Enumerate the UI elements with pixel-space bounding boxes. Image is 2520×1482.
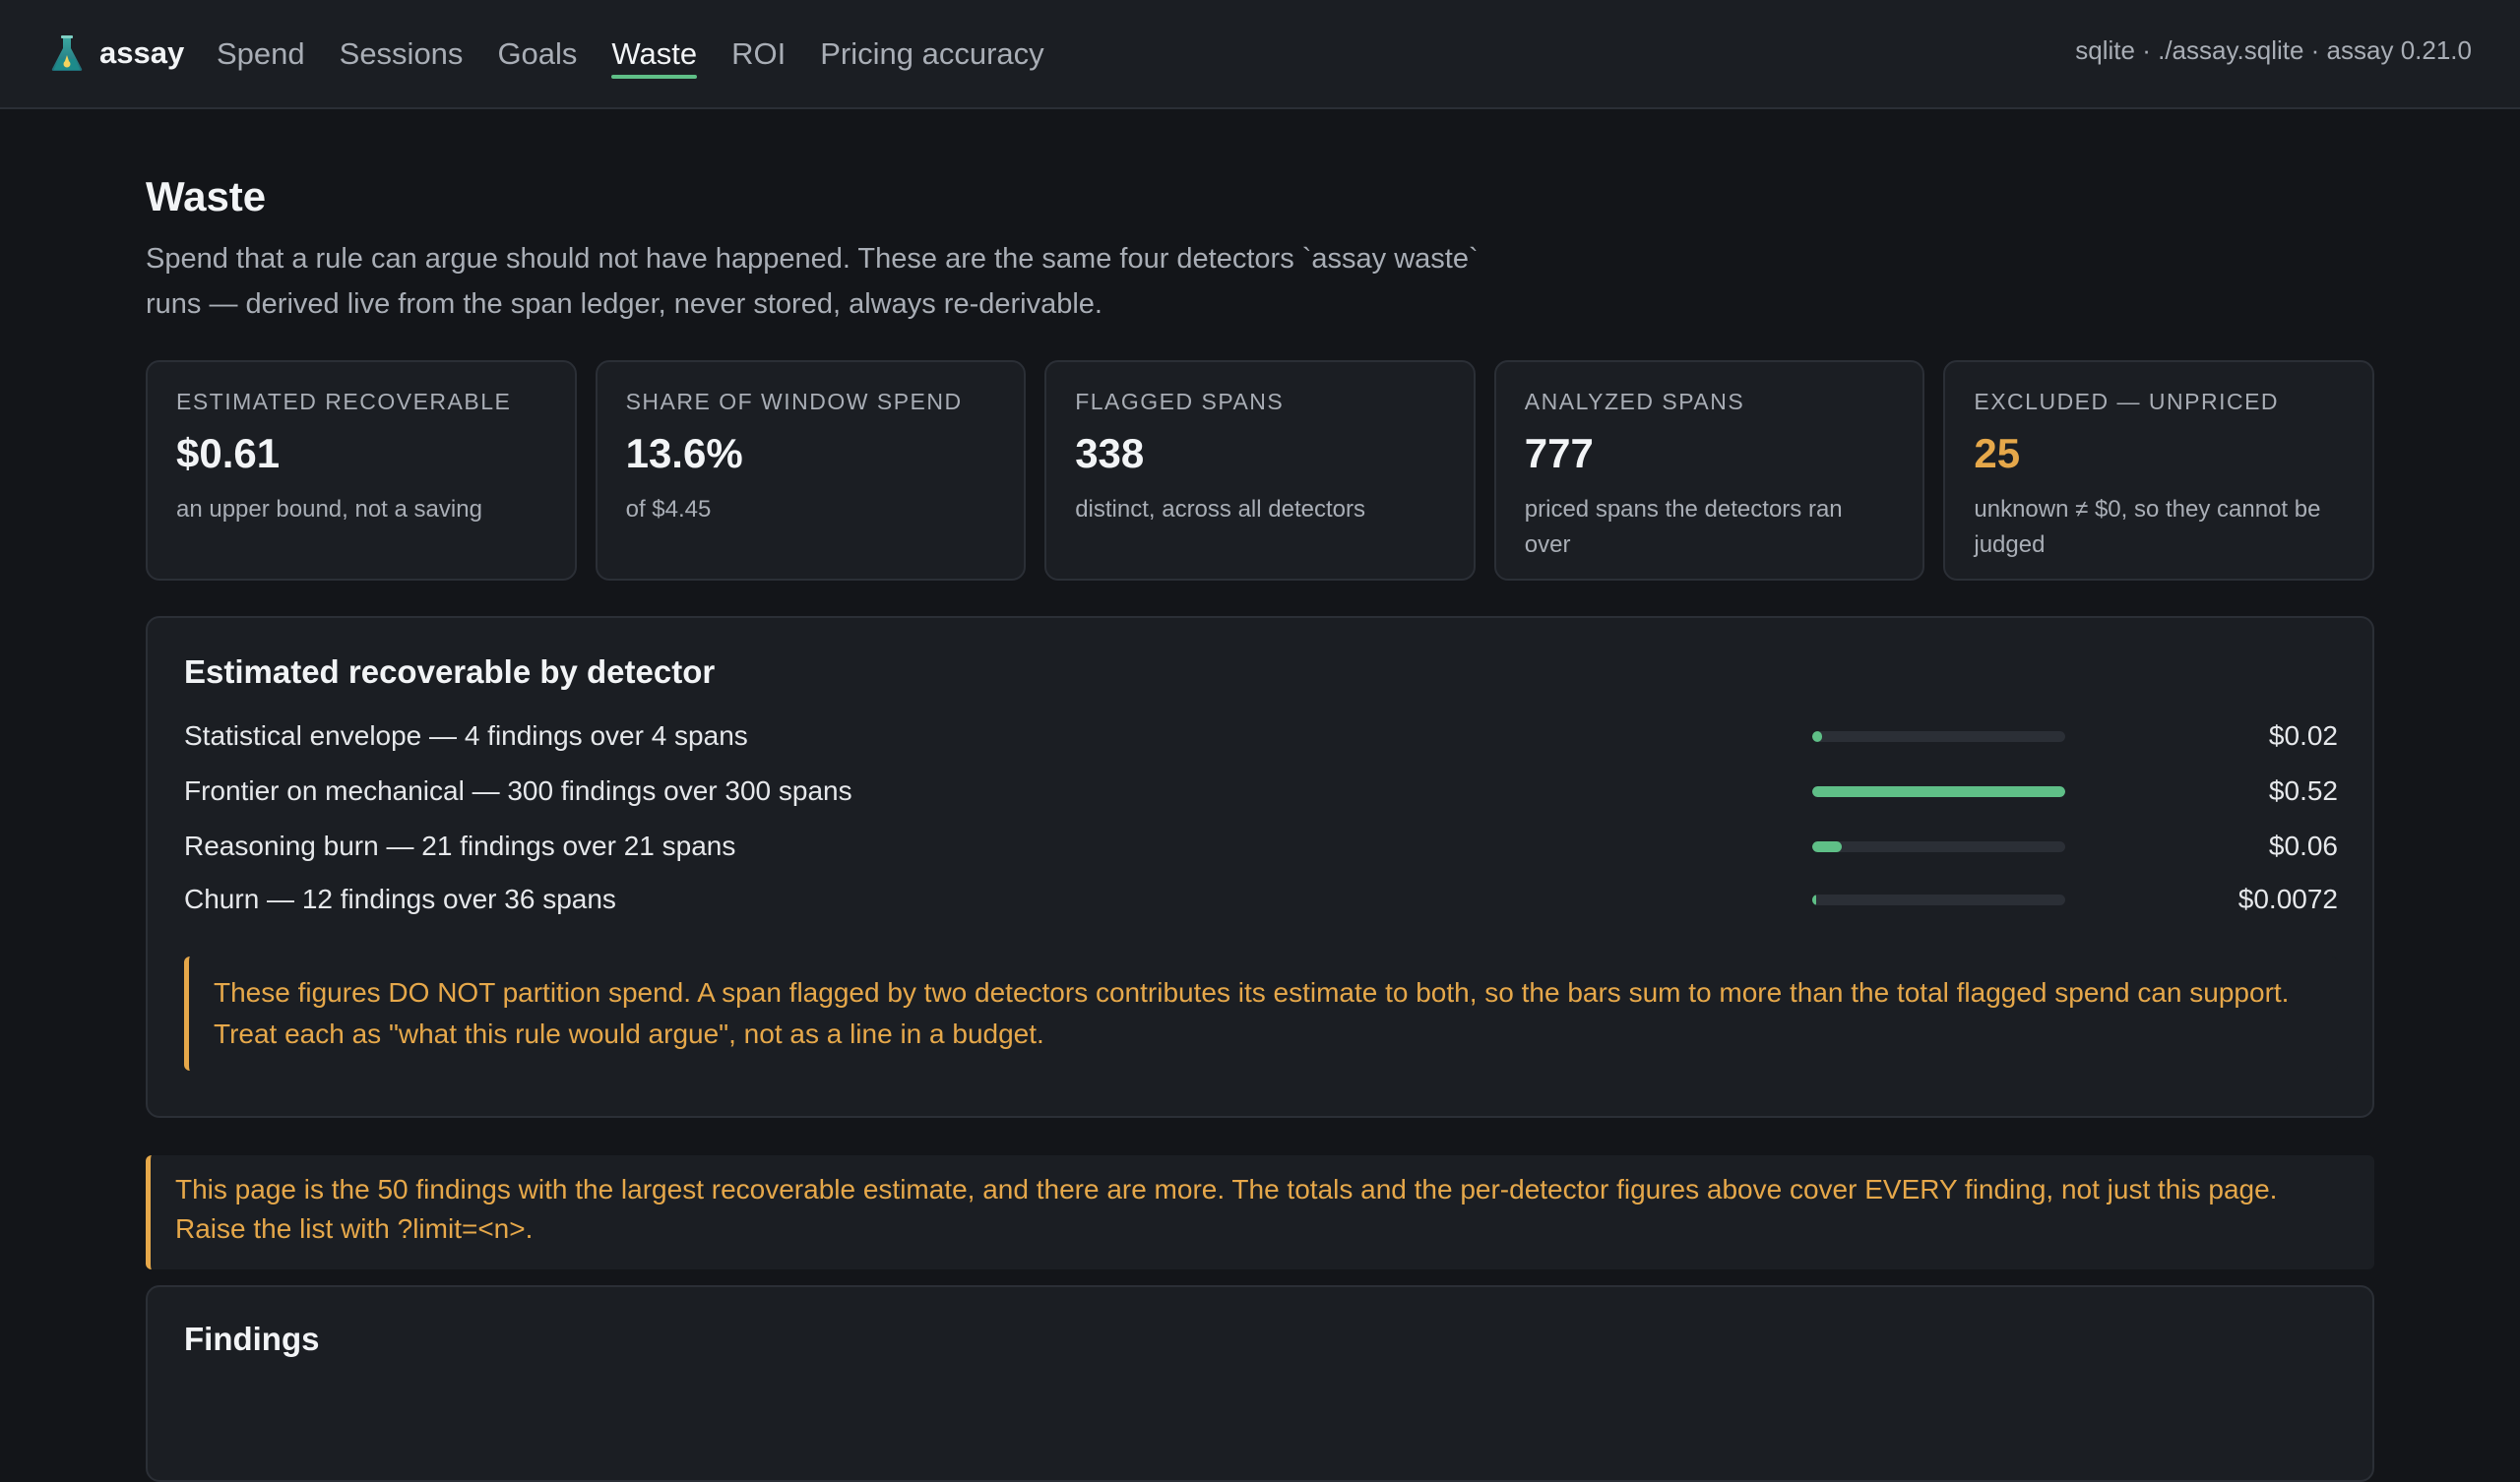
detector-value: $0.06 <box>2268 831 2338 861</box>
detector-label: Reasoning burn — 21 findings over 21 spa… <box>184 831 736 861</box>
detector-label: Statistical envelope — 4 findings over 4… <box>184 720 748 751</box>
detector-bar-track <box>1812 895 2065 905</box>
detector-panel: Estimated recoverable by detector Statis… <box>146 616 2374 1118</box>
detector-bar-fill <box>1812 895 1816 905</box>
stat-value: 25 <box>1974 430 2021 476</box>
brand[interactable]: assay <box>49 33 184 73</box>
stat-card-estimated-recoverable: Estimated recoverable $0.61 an upper bou… <box>146 360 577 581</box>
nav-sessions[interactable]: Sessions <box>340 0 464 109</box>
stat-card-analyzed-spans: Analyzed spans 777 priced spans the dete… <box>1493 360 1925 581</box>
detector-row-statistical-envelope: Statistical envelope — 4 findings over 4… <box>184 716 2338 756</box>
partition-warning-callout: These figures DO NOT partition spend. A … <box>184 957 2338 1071</box>
page-title: Waste <box>146 173 267 219</box>
stat-card-excluded-unpriced: Excluded — unpriced 25 unknown ≠ $0, so … <box>1943 360 2374 581</box>
stat-value: 13.6% <box>625 430 743 476</box>
environment-info: sqlite · ./assay.sqlite · assay 0.21.0 <box>2075 35 2472 65</box>
nav-spend[interactable]: Spend <box>217 0 305 109</box>
app-name: assay <box>99 35 185 70</box>
detector-bar-fill <box>1812 731 1822 742</box>
flask-icon <box>51 35 83 71</box>
nav-goals[interactable]: Goals <box>497 0 577 109</box>
detector-value: $0.52 <box>2268 775 2338 806</box>
stat-label: Flagged spans <box>1075 389 1285 414</box>
stat-label: Estimated recoverable <box>176 389 512 414</box>
detector-bar-fill <box>1812 841 1842 852</box>
main-content: Waste Spend that a rule can argue should… <box>146 167 2374 1482</box>
top-nav-bar: assay Spend Sessions Goals Waste ROI Pri… <box>0 0 2520 109</box>
stat-value: 777 <box>1524 430 1594 476</box>
stat-note: an upper bound, not a saving <box>176 496 482 523</box>
stat-card-flagged-spans: Flagged spans 338 distinct, across all d… <box>1044 360 1476 581</box>
stat-note: priced spans the detectors ran over <box>1524 496 1843 558</box>
stat-card-share-of-window-spend: Share of window spend 13.6% of $4.45 <box>595 360 1027 581</box>
stat-cards: Estimated recoverable $0.61 an upper bou… <box>146 360 2374 581</box>
detector-bar-track <box>1812 841 2065 852</box>
findings-title: Findings <box>184 1321 320 1357</box>
findings-panel: Findings <box>146 1285 2374 1482</box>
stat-label: Share of window spend <box>625 389 963 414</box>
detector-bar-track <box>1812 786 2065 797</box>
detector-value: $0.0072 <box>2237 884 2338 914</box>
stat-note: of $4.45 <box>625 496 712 523</box>
nav-pricing-accuracy[interactable]: Pricing accuracy <box>820 0 1043 109</box>
page-description: Spend that a rule can argue should not h… <box>146 243 1479 320</box>
pagination-note: This page is the 50 findings with the la… <box>146 1155 2374 1269</box>
detector-bar-track <box>1812 731 2065 742</box>
stat-note: distinct, across all detectors <box>1075 496 1365 523</box>
stat-label: Excluded — unpriced <box>1974 389 2280 414</box>
detector-label: Churn — 12 findings over 36 spans <box>184 884 616 914</box>
stat-label: Analyzed spans <box>1524 389 1745 414</box>
stat-value: 338 <box>1075 430 1145 476</box>
nav-waste[interactable]: Waste <box>611 0 697 109</box>
panel-title: Estimated recoverable by detector <box>184 653 716 690</box>
detector-row-churn: Churn — 12 findings over 36 spans $0.007… <box>184 880 2338 919</box>
detector-bar-fill <box>1812 786 2065 797</box>
stat-value: $0.61 <box>176 430 281 476</box>
stat-note: unknown ≠ $0, so they cannot be judged <box>1974 496 2321 558</box>
main-nav: Spend Sessions Goals Waste ROI Pricing a… <box>217 0 1079 109</box>
nav-roi[interactable]: ROI <box>731 0 786 109</box>
detector-row-frontier-on-mechanical: Frontier on mechanical — 300 findings ov… <box>184 772 2338 811</box>
detector-row-reasoning-burn: Reasoning burn — 21 findings over 21 spa… <box>184 827 2338 866</box>
detector-value: $0.02 <box>2268 720 2338 751</box>
detector-label: Frontier on mechanical — 300 findings ov… <box>184 775 852 806</box>
